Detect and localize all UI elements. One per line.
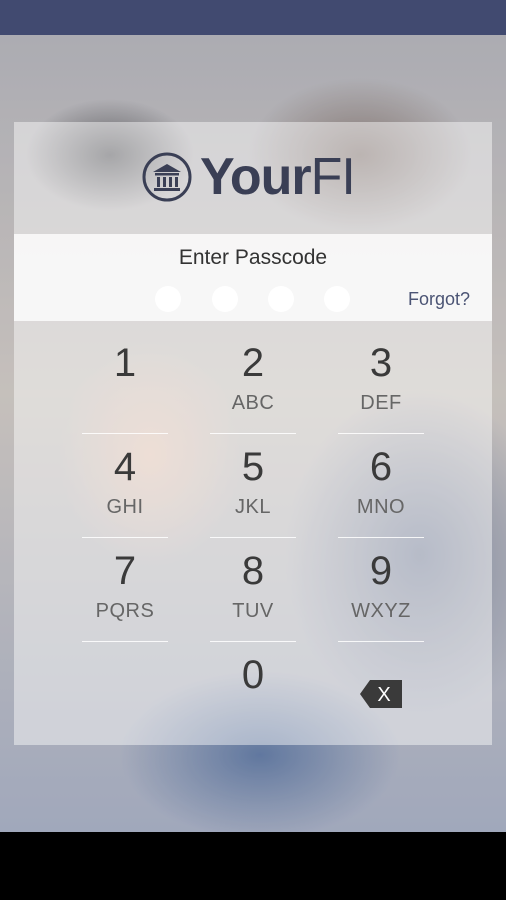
brand-name: YourFI	[200, 148, 356, 206]
bank-icon	[142, 152, 192, 202]
status-bar	[0, 0, 506, 35]
key-9[interactable]: 9 WXYZ	[338, 542, 424, 642]
key-3[interactable]: 3 DEF	[338, 334, 424, 434]
backspace-label: X	[377, 684, 390, 706]
backspace-icon[interactable]: X	[360, 680, 402, 708]
forgot-link[interactable]: Forgot?	[408, 289, 470, 310]
key-digit: 3	[369, 341, 393, 385]
key-digit: 4	[113, 445, 137, 489]
key-digit: 5	[241, 445, 265, 489]
key-digit: 7	[113, 549, 137, 593]
key-letters: MNO	[356, 496, 406, 518]
key-digit: 9	[369, 549, 393, 593]
key-2[interactable]: 2 ABC	[210, 334, 296, 434]
brand-name-bold: Your	[200, 148, 312, 206]
key-digit: 2	[241, 341, 265, 385]
key-letters: TUV	[232, 600, 274, 622]
key-digit: 6	[369, 445, 393, 489]
passcode-title: Enter Passcode	[178, 246, 328, 269]
key-letters: DEF	[360, 392, 402, 414]
navigation-bar	[0, 832, 506, 900]
brand-name-light: FI	[310, 148, 356, 206]
key-digit: 0	[241, 653, 265, 697]
passcode-dot	[212, 286, 238, 312]
passcode-panel: YourFI Enter Passcode Forgot? 1 2 ABC 3 …	[14, 122, 492, 745]
key-5[interactable]: 5 JKL	[210, 438, 296, 538]
key-letters: GHI	[106, 496, 144, 518]
key-letters: JKL	[235, 496, 271, 518]
key-digit: 8	[241, 549, 265, 593]
key-6[interactable]: 6 MNO	[338, 438, 424, 538]
key-1[interactable]: 1	[82, 334, 168, 434]
key-7[interactable]: 7 PQRS	[82, 542, 168, 642]
passcode-entry: Enter Passcode Forgot?	[14, 234, 492, 321]
key-8[interactable]: 8 TUV	[210, 542, 296, 642]
key-letters: ABC	[231, 392, 275, 414]
key-0[interactable]: 0	[210, 646, 296, 746]
key-digit: 1	[113, 341, 137, 385]
logo: YourFI	[14, 122, 492, 234]
passcode-dot	[324, 286, 350, 312]
key-4[interactable]: 4 GHI	[82, 438, 168, 538]
key-letters: WXYZ	[351, 600, 411, 622]
key-letters: PQRS	[95, 600, 155, 622]
passcode-dot	[155, 286, 181, 312]
passcode-dot	[268, 286, 294, 312]
